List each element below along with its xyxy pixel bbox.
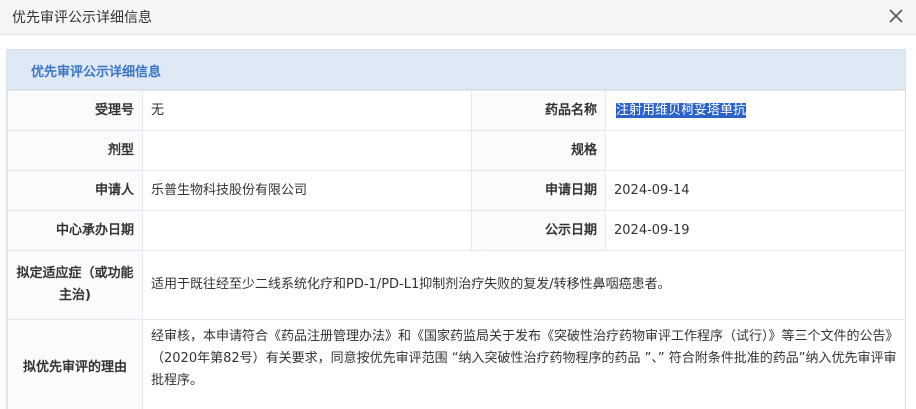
dialog-title: 优先审评公示详细信息 (12, 7, 152, 27)
table-row: 拟定适应症（或功能主治) 适用于既往经至少二线系统化疗和PD-1/PD-L1抑制… (8, 251, 906, 320)
spec-label: 规格 (472, 131, 606, 171)
detail-panel: 优先审评公示详细信息 受理号 无 药品名称 注射用维贝柯妥塔单抗 剂型 规格 申… (6, 49, 906, 409)
applicant-label: 申请人 (8, 171, 143, 211)
accept-no-value: 无 (143, 91, 472, 131)
publish-date-value: 2024-09-19 (606, 211, 906, 251)
dialog-header: 优先审评公示详细信息 (0, 0, 916, 35)
reason-label: 拟优先审评的理由 (8, 320, 143, 409)
apply-date-label: 申请日期 (472, 171, 606, 211)
panel-header: 优先审评公示详细信息 (7, 50, 905, 90)
drug-name-cell: 注射用维贝柯妥塔单抗 (606, 91, 906, 131)
reason-value: 经审核，本申请符合《药品注册管理办法》和《国家药监局关于发布《突破性治疗药物审评… (143, 320, 906, 409)
dosage-value (143, 131, 472, 171)
dosage-label: 剂型 (8, 131, 143, 171)
apply-date-value: 2024-09-14 (606, 171, 906, 211)
table-row: 剂型 规格 (8, 131, 906, 171)
accept-no-label: 受理号 (8, 91, 143, 131)
drug-name-label: 药品名称 (472, 91, 606, 131)
applicant-value: 乐普生物科技股份有限公司 (143, 171, 472, 211)
publish-date-label: 公示日期 (472, 211, 606, 251)
panel-title: 优先审评公示详细信息 (31, 61, 161, 80)
drug-name-value: 注射用维贝柯妥塔单抗 (616, 103, 746, 118)
table-row: 中心承办日期 公示日期 2024-09-19 (8, 211, 906, 251)
close-icon[interactable] (886, 6, 906, 26)
table-row: 受理号 无 药品名称 注射用维贝柯妥塔单抗 (8, 91, 906, 131)
table-row: 拟优先审评的理由 经审核，本申请符合《药品注册管理办法》和《国家药监局关于发布《… (8, 320, 906, 409)
indication-value: 适用于既往经至少二线系统化疗和PD-1/PD-L1抑制剂治疗失败的复发/转移性鼻… (143, 251, 906, 320)
table-row: 申请人 乐普生物科技股份有限公司 申请日期 2024-09-14 (8, 171, 906, 211)
center-date-label: 中心承办日期 (8, 211, 143, 251)
indication-label: 拟定适应症（或功能主治) (8, 251, 143, 320)
detail-table: 受理号 无 药品名称 注射用维贝柯妥塔单抗 剂型 规格 申请人 乐普生物科技股份… (7, 90, 906, 409)
spec-value (606, 131, 906, 171)
center-date-value (143, 211, 472, 251)
